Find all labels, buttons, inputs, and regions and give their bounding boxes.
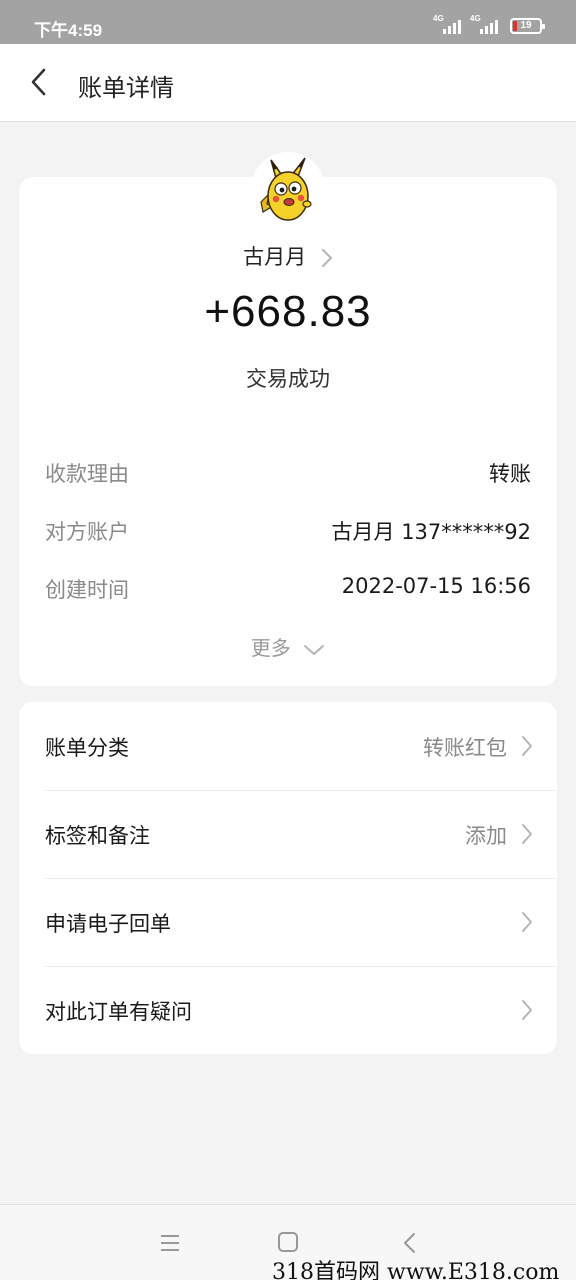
menu-item-tags-notes[interactable]: 标签和备注 添加 — [19, 790, 557, 878]
page-title: 账单详情 — [78, 74, 174, 102]
chevron-down-icon — [304, 644, 325, 655]
menu-item-label: 申请电子回单 — [45, 912, 171, 936]
back-triangle-icon — [404, 1233, 415, 1253]
menu-item-label: 账单分类 — [45, 736, 129, 760]
menu-button[interactable] — [155, 1229, 185, 1257]
detail-label: 创建时间 — [45, 578, 129, 602]
status-bar: 下午4:59 4G 4G 19 — [0, 0, 576, 44]
home-button[interactable] — [273, 1229, 303, 1257]
network-type-2: 4G — [470, 14, 481, 23]
menu-item-e-receipt[interactable]: 申请电子回单 — [19, 878, 557, 966]
chevron-right-icon — [522, 1000, 532, 1020]
menu-item-bill-category[interactable]: 账单分类 转账红包 — [19, 702, 557, 790]
battery-icon: 19 — [510, 18, 545, 34]
counterparty-link[interactable]: 古月月 — [19, 241, 557, 271]
chevron-right-icon — [321, 249, 332, 267]
back-nav-button[interactable] — [395, 1229, 425, 1257]
detail-row-created-time: 创建时间 2022-07-15 16:56 — [45, 574, 531, 606]
menu-item-label: 标签和备注 — [45, 824, 150, 848]
network-type: 4G — [433, 14, 444, 23]
detail-value: 2022-07-15 16:56 — [341, 574, 531, 598]
more-button[interactable]: 更多 — [19, 632, 557, 661]
transaction-card: 古月月 +668.83 交易成功 收款理由 转账 对方账户 古月月 137***… — [19, 152, 557, 686]
watermark-text: 318首码网 www.E318.com — [272, 1260, 560, 1280]
options-card: 账单分类 转账红包 标签和备注 添加 申请电子回单 对此订单有疑问 — [19, 702, 557, 1054]
detail-value: 转账 — [489, 462, 531, 486]
home-square-icon — [278, 1232, 298, 1252]
signal-icon-2: 4G — [470, 14, 500, 34]
signal-icon: 4G — [433, 14, 463, 34]
detail-row-account: 对方账户 古月月 137******92 — [45, 516, 531, 548]
transaction-amount: +668.83 — [204, 287, 372, 336]
transaction-status: 交易成功 — [246, 367, 330, 391]
avatar[interactable] — [251, 152, 325, 226]
chevron-right-icon — [522, 912, 532, 932]
detail-label: 收款理由 — [45, 462, 129, 486]
counterparty-name: 古月月 — [243, 245, 307, 269]
detail-label: 对方账户 — [45, 520, 129, 544]
menu-item-label: 对此订单有疑问 — [45, 1000, 192, 1024]
chevron-left-icon — [31, 68, 46, 96]
more-label: 更多 — [250, 636, 291, 660]
chevron-right-icon — [522, 736, 532, 756]
menu-item-order-question[interactable]: 对此订单有疑问 — [19, 966, 557, 1054]
detail-value: 古月月 137******92 — [331, 520, 531, 544]
menu-item-value: 添加 — [465, 824, 507, 848]
back-button[interactable] — [22, 62, 62, 102]
chevron-right-icon — [522, 824, 532, 844]
menu-item-value: 转账红包 — [423, 736, 507, 760]
menu-icon — [161, 1235, 179, 1251]
detail-row-reason: 收款理由 转账 — [45, 458, 531, 490]
app-header: 账单详情 — [0, 44, 576, 122]
pikachu-avatar-icon — [260, 157, 312, 221]
battery-percent: 19 — [520, 20, 532, 31]
status-time: 下午4:59 — [34, 21, 103, 40]
